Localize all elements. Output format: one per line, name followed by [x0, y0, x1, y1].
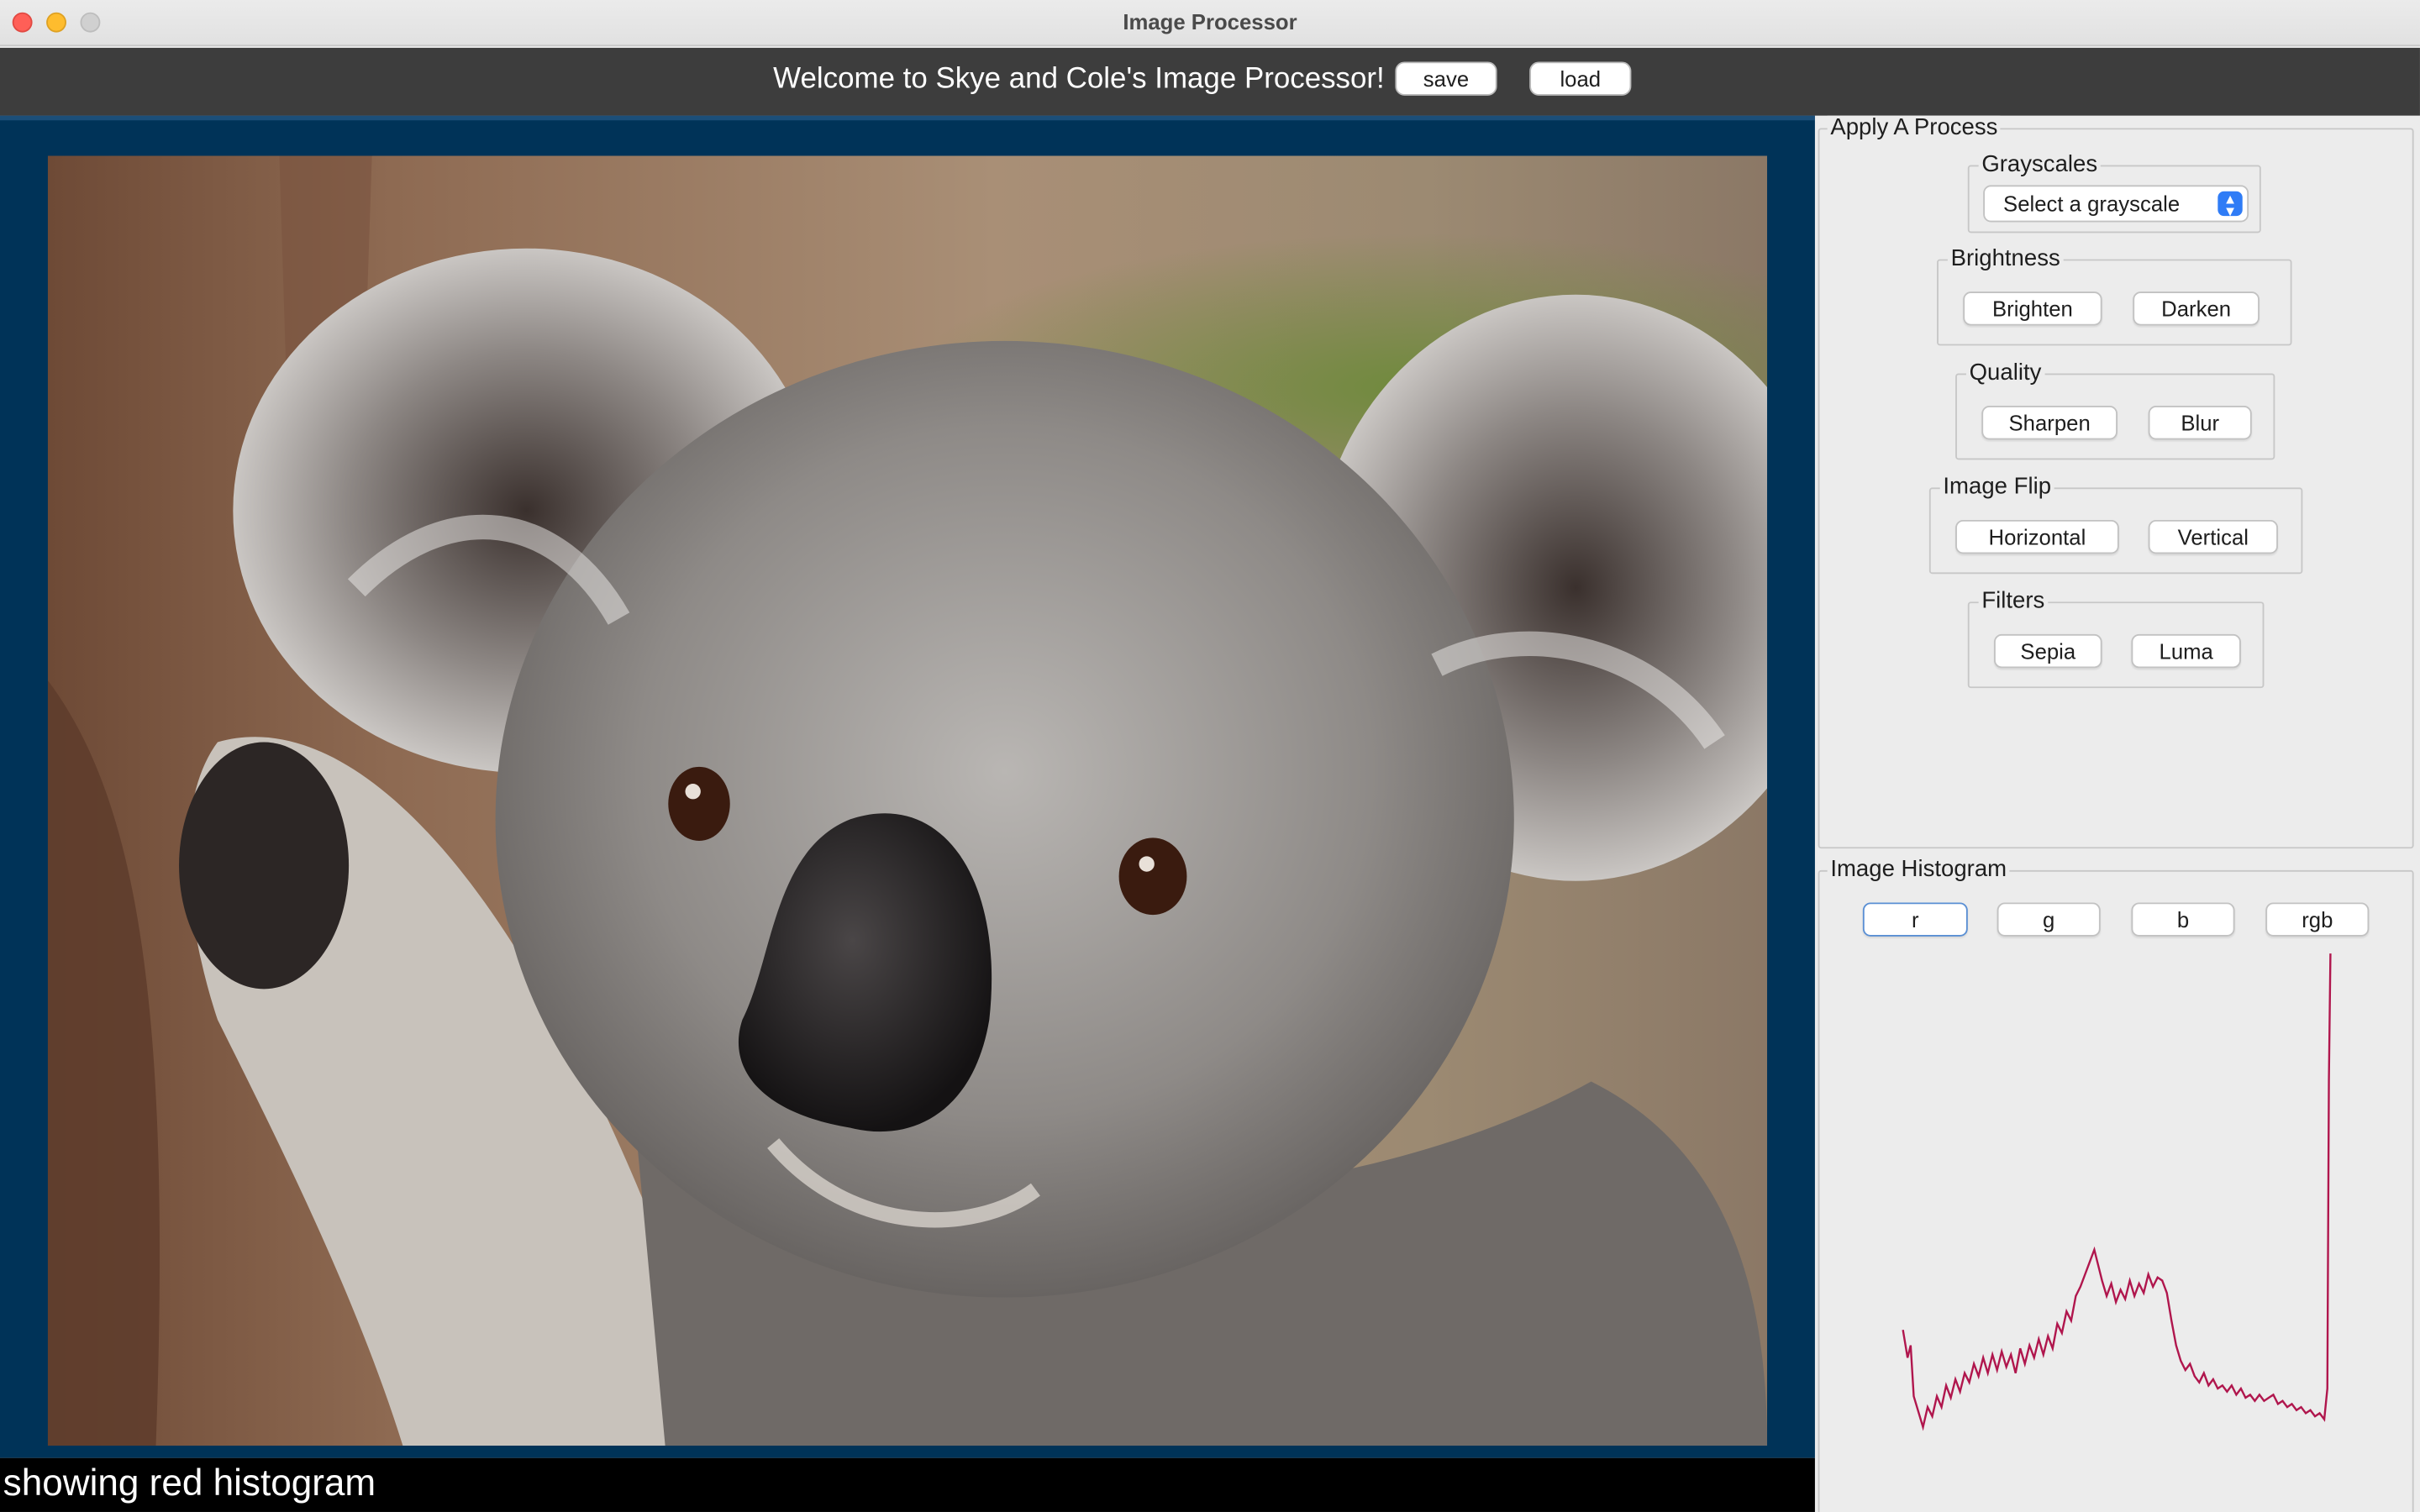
apply-process-title: Apply A Process — [1827, 115, 2002, 141]
filters-title: Filters — [1978, 589, 2049, 615]
load-button[interactable]: load — [1529, 61, 1632, 96]
flip-horizontal-button[interactable]: Horizontal — [1955, 519, 2119, 554]
brightness-title: Brightness — [1947, 246, 2064, 272]
koala-image — [47, 155, 1768, 1446]
chevron-updown-icon: ▲ ▼ — [2217, 191, 2243, 218]
save-button[interactable]: save — [1395, 61, 1497, 96]
status-bar: showing red histogram — [0, 1457, 1815, 1512]
histogram-r-button[interactable]: r — [1862, 902, 1968, 937]
quality-title: Quality — [1965, 360, 2045, 386]
title-bar: Image Processor — [0, 0, 2420, 47]
blur-button[interactable]: Blur — [2148, 406, 2252, 440]
brighten-button[interactable]: Brighten — [1963, 291, 2102, 326]
histogram-title: Image Histogram — [1827, 857, 2010, 883]
histogram-group: Image Histogram — [1818, 857, 2414, 1512]
sharpen-button[interactable]: Sharpen — [1981, 406, 2118, 440]
histogram-g-button[interactable]: g — [1996, 902, 2101, 937]
grayscale-select-value: Select a grayscale — [2003, 191, 2181, 217]
histogram-b-button[interactable]: b — [2131, 902, 2235, 937]
flip-vertical-button[interactable]: Vertical — [2148, 519, 2278, 554]
luma-button[interactable]: Luma — [2131, 633, 2241, 669]
status-text: showing red histogram — [3, 1462, 376, 1504]
darken-button[interactable]: Darken — [2133, 291, 2260, 326]
header-bar: Welcome to Skye and Cole's Image Process… — [0, 47, 2420, 116]
image-flip-title: Image Flip — [1939, 475, 2054, 501]
koala-illustration — [47, 155, 1768, 1446]
grayscales-title: Grayscales — [1978, 152, 2101, 178]
grayscale-select[interactable]: Select a grayscale ▲ ▼ — [1983, 185, 2249, 223]
histogram-rgb-button[interactable]: rgb — [2265, 902, 2370, 937]
app-window: Image Processor Welcome to Skye and Cole… — [0, 0, 2420, 1512]
welcome-text: Welcome to Skye and Cole's Image Process… — [773, 63, 1385, 96]
window-title: Image Processor — [1123, 9, 1297, 34]
sepia-button[interactable]: Sepia — [1994, 633, 2102, 669]
